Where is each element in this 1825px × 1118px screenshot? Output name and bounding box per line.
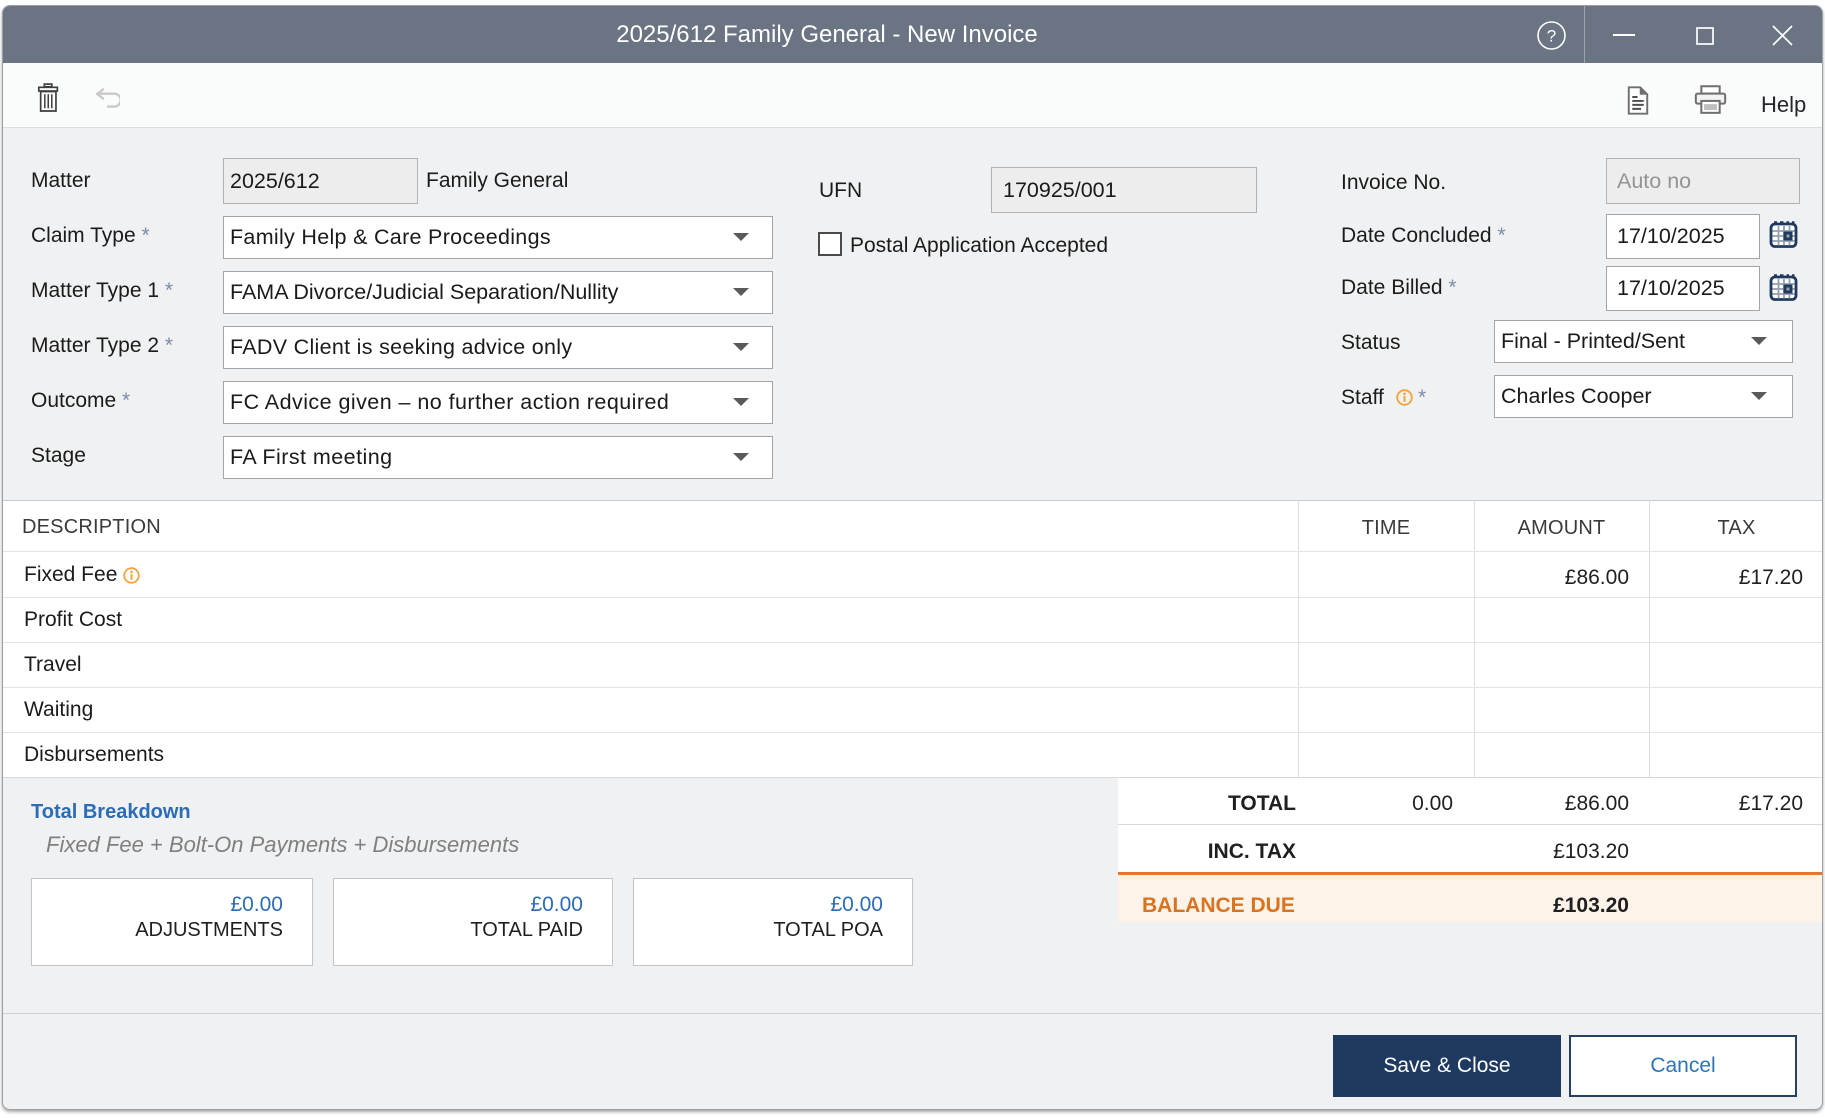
- svg-text:?: ?: [1547, 27, 1556, 46]
